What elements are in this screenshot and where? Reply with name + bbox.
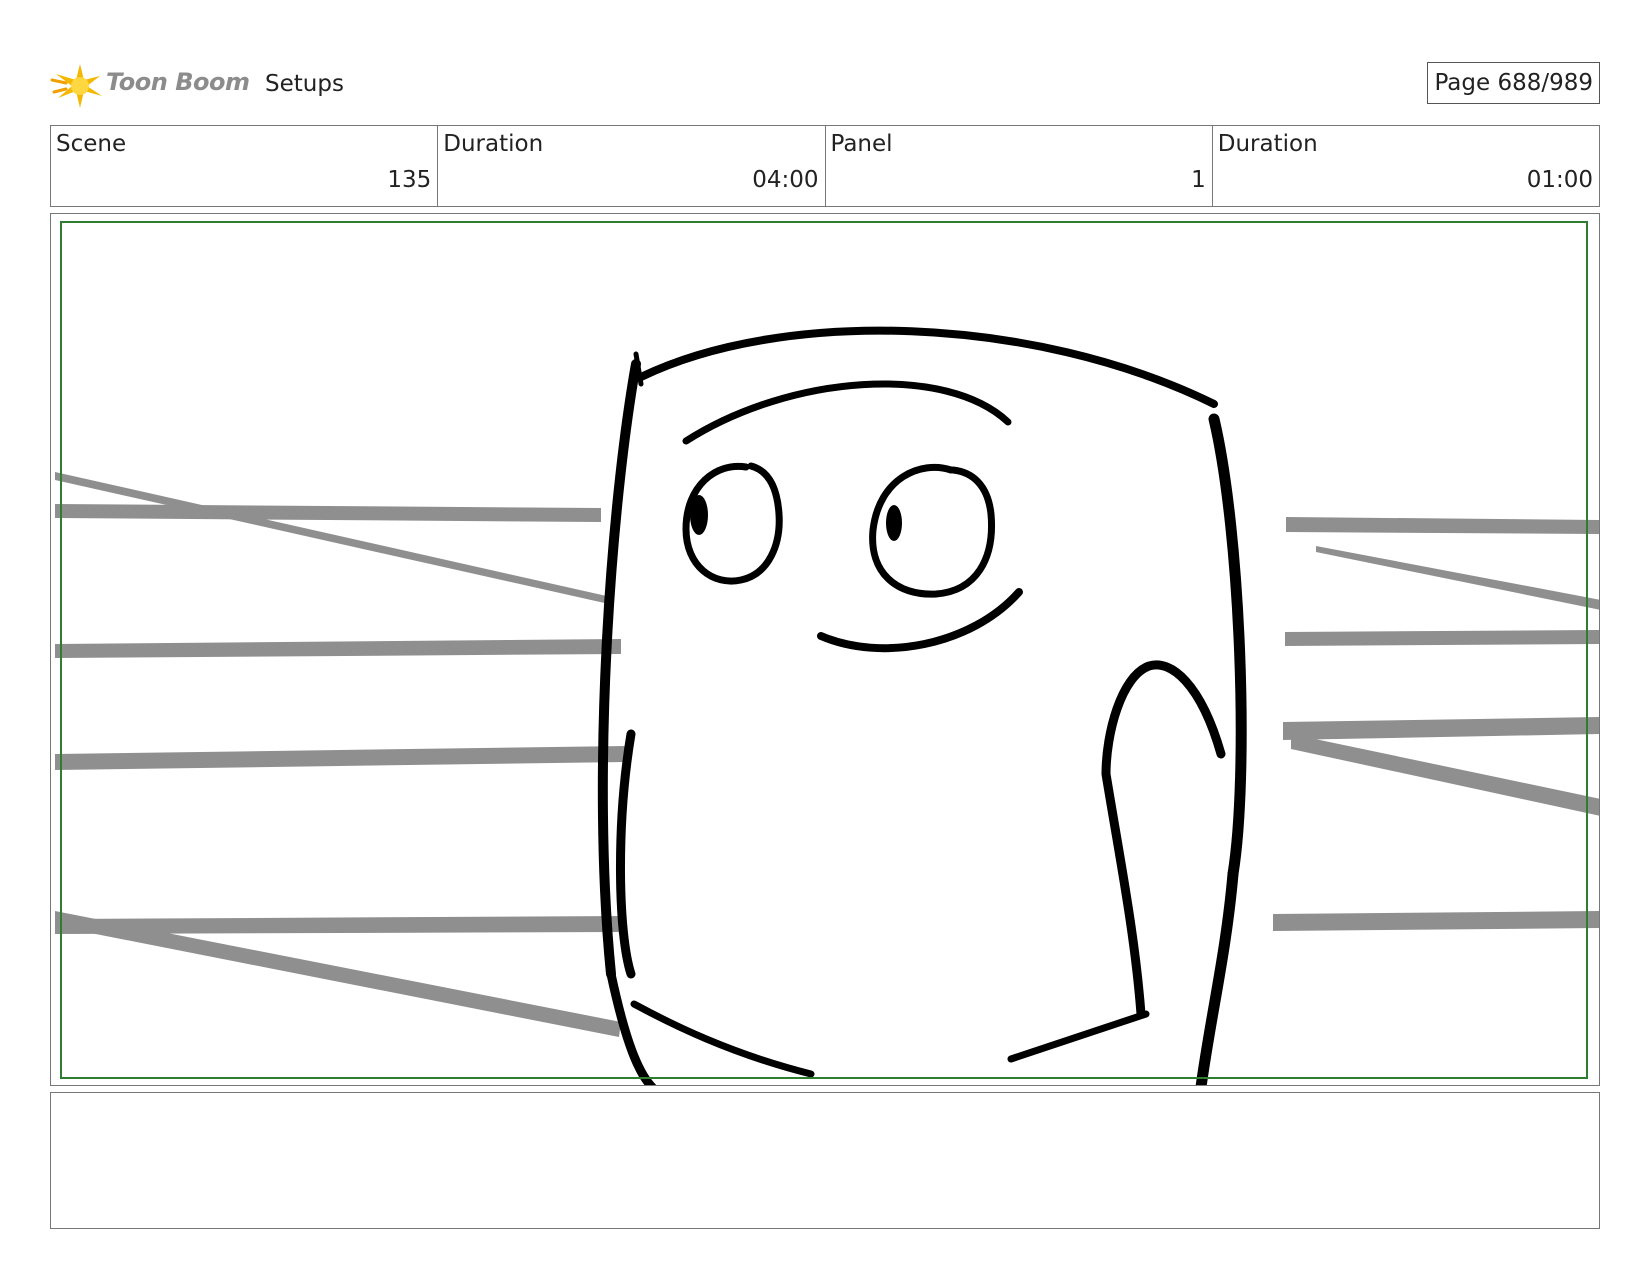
scene-cell: Scene 135 (51, 126, 439, 206)
character-right-pupil (886, 505, 902, 541)
toon-boom-logo: Toon Boom (50, 58, 250, 113)
panel-duration-label: Duration (1217, 131, 1318, 157)
storyboard-panel (50, 213, 1600, 1086)
starburst-icon (50, 64, 102, 108)
speed-lines-left (55, 472, 626, 1037)
character-brow (682, 380, 1012, 445)
scene-label: Scene (56, 131, 127, 157)
panel-duration-cell: Duration 01:00 (1213, 126, 1599, 206)
speed-line (1285, 630, 1599, 646)
board-header: Toon Boom Setups Page 688/989 (50, 58, 1600, 113)
speed-line (1273, 911, 1599, 931)
panel-label: Panel (830, 131, 893, 157)
speed-line (1286, 517, 1599, 534)
speed-line (55, 472, 611, 604)
speed-line (55, 746, 626, 770)
page-counter: Page 688/989 (1427, 62, 1600, 104)
panel-number: 1 (1191, 167, 1206, 193)
scene-duration-label: Duration (443, 131, 544, 157)
logo-wordmark: Toon Boom (106, 68, 250, 96)
panel-drawing (55, 221, 1599, 1085)
panel-cell: Panel 1 (826, 126, 1213, 206)
speed-line (55, 639, 621, 658)
speed-line (1316, 546, 1599, 610)
character-right-outline (1208, 413, 1247, 880)
character-head-top (637, 326, 1218, 408)
scene-info-table: Scene 135 Duration 04:00 Panel 1 Duratio… (50, 125, 1600, 207)
character-left-pupil (690, 495, 708, 535)
character-ink-stroke (1195, 868, 1239, 1085)
scene-number: 135 (387, 167, 432, 193)
character-ink-stroke (630, 1000, 815, 1078)
speed-line (1291, 734, 1599, 816)
panel-duration-value: 01:00 (1526, 167, 1593, 193)
character-drawing (597, 326, 1247, 1085)
character-ink-stroke (1007, 1010, 1150, 1063)
character-left-arm (616, 729, 636, 979)
board-title: Setups (265, 71, 344, 97)
panel-notes-box[interactable] (50, 1092, 1600, 1229)
speed-lines-right (1273, 517, 1599, 931)
character-right-arm (1101, 660, 1226, 1019)
speed-line (55, 504, 601, 522)
scene-duration-cell: Duration 04:00 (438, 126, 826, 206)
speed-line (1283, 717, 1599, 740)
scene-duration-value: 04:00 (752, 167, 819, 193)
character-smile (817, 588, 1023, 653)
